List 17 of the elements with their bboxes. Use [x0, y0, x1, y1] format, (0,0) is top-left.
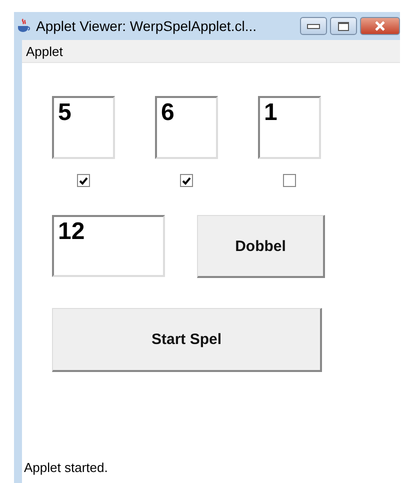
checkbox[interactable]: [283, 174, 296, 187]
die-field[interactable]: 1: [258, 96, 321, 159]
status-text: Applet started.: [24, 460, 109, 475]
close-icon: [374, 21, 386, 31]
window-title: Applet Viewer: WerpSpelApplet.cl...: [36, 18, 256, 34]
roll-button[interactable]: Dobbel: [197, 215, 325, 278]
coffee-cup-icon: [16, 18, 32, 34]
maximize-button[interactable]: [330, 17, 357, 35]
total-field[interactable]: 12: [52, 215, 165, 277]
die-field[interactable]: 6: [155, 96, 218, 159]
checkbox[interactable]: [180, 174, 193, 187]
menu-item[interactable]: Applet: [24, 44, 65, 58]
close-button[interactable]: [360, 17, 400, 35]
minimize-button[interactable]: [300, 17, 327, 35]
checkbox[interactable]: [77, 174, 90, 187]
start-button[interactable]: Start Spel: [52, 308, 322, 372]
die-field[interactable]: 5: [52, 96, 115, 159]
